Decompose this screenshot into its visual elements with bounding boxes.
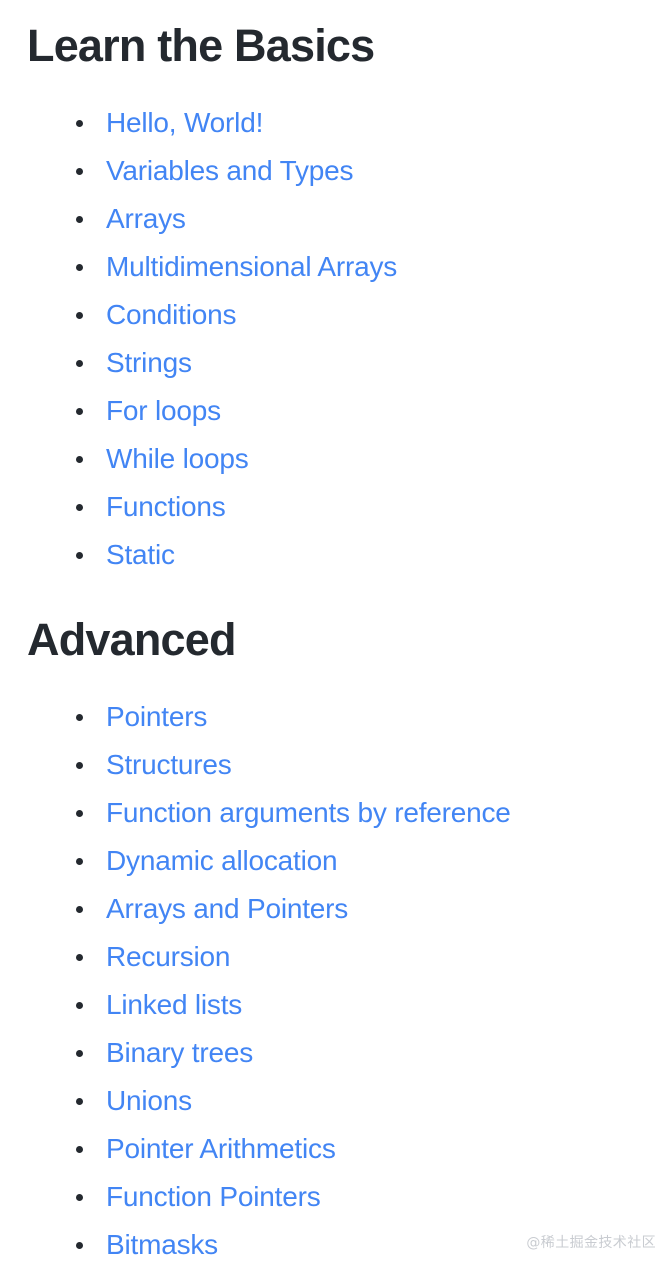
list-item: Pointer Arithmetics [0,1125,672,1173]
bullet-icon [76,120,83,127]
topic-link[interactable]: Unions [106,1085,192,1116]
list-item: Recursion [0,933,672,981]
topic-link[interactable]: Dynamic allocation [106,845,338,876]
bullet-icon [76,1002,83,1009]
bullet-icon [76,1050,83,1057]
list-item: Multidimensional Arrays [0,243,672,291]
list-item: Function Pointers [0,1173,672,1221]
bullet-icon [76,504,83,511]
topic-link[interactable]: While loops [106,443,249,474]
list-item: For loops [0,387,672,435]
topic-link[interactable]: Function Pointers [106,1181,321,1212]
list-item: Strings [0,339,672,387]
section-heading-learn-the-basics: Learn the Basics [27,20,375,71]
list-item: Binary trees [0,1029,672,1077]
list-item: Variables and Types [0,147,672,195]
topic-link[interactable]: Binary trees [106,1037,253,1068]
bullet-icon [76,216,83,223]
bullet-icon [76,168,83,175]
list-item: Function arguments by reference [0,789,672,837]
bullet-icon [76,1242,83,1249]
bullet-icon [76,552,83,559]
topic-link[interactable]: Pointers [106,701,207,732]
bullet-icon [76,360,83,367]
topic-link[interactable]: Strings [106,347,192,378]
topic-link[interactable]: Multidimensional Arrays [106,251,397,282]
topic-link[interactable]: Static [106,539,175,570]
bullet-icon [76,264,83,271]
section-heading-advanced: Advanced [27,614,236,665]
topic-link[interactable]: Bitmasks [106,1229,218,1260]
bullet-icon [76,858,83,865]
list-item: Unions [0,1077,672,1125]
topic-link[interactable]: Arrays [106,203,186,234]
topic-link[interactable]: For loops [106,395,221,426]
topic-list-learn-the-basics: Hello, World! Variables and Types Arrays Mu… [0,99,672,579]
list-item: Pointers [0,693,672,741]
list-item: Conditions [0,291,672,339]
page-root: Learn the Basics Hello, World! Variables … [0,0,672,1266]
bullet-icon [76,1194,83,1201]
list-item: Linked lists [0,981,672,1029]
bullet-icon [76,714,83,721]
bullet-icon [76,408,83,415]
bullet-icon [76,906,83,913]
bullet-icon [76,762,83,769]
bullet-icon [76,312,83,319]
list-item: Functions [0,483,672,531]
list-item: Arrays and Pointers [0,885,672,933]
list-item: Static [0,531,672,579]
list-item: Structures [0,741,672,789]
list-item: Hello, World! [0,99,672,147]
topic-link[interactable]: Conditions [106,299,237,330]
topic-link[interactable]: Arrays and Pointers [106,893,348,924]
topic-link[interactable]: Recursion [106,941,230,972]
bullet-icon [76,954,83,961]
topic-list-advanced: Pointers Structures Function arguments by … [0,693,672,1269]
topic-link[interactable]: Pointer Arithmetics [106,1133,336,1164]
topic-link[interactable]: Linked lists [106,989,242,1020]
bullet-icon [76,810,83,817]
list-item: While loops [0,435,672,483]
bullet-icon [76,456,83,463]
topic-link[interactable]: Structures [106,749,232,780]
bullet-icon [76,1146,83,1153]
topic-link[interactable]: Function arguments by reference [106,797,511,828]
topic-link[interactable]: Hello, World! [106,107,263,138]
list-item: Arrays [0,195,672,243]
bullet-icon [76,1098,83,1105]
topic-link[interactable]: Functions [106,491,226,522]
watermark: @稀土掘金技术社区 [526,1235,656,1251]
topic-link[interactable]: Variables and Types [106,155,354,186]
list-item: Dynamic allocation [0,837,672,885]
